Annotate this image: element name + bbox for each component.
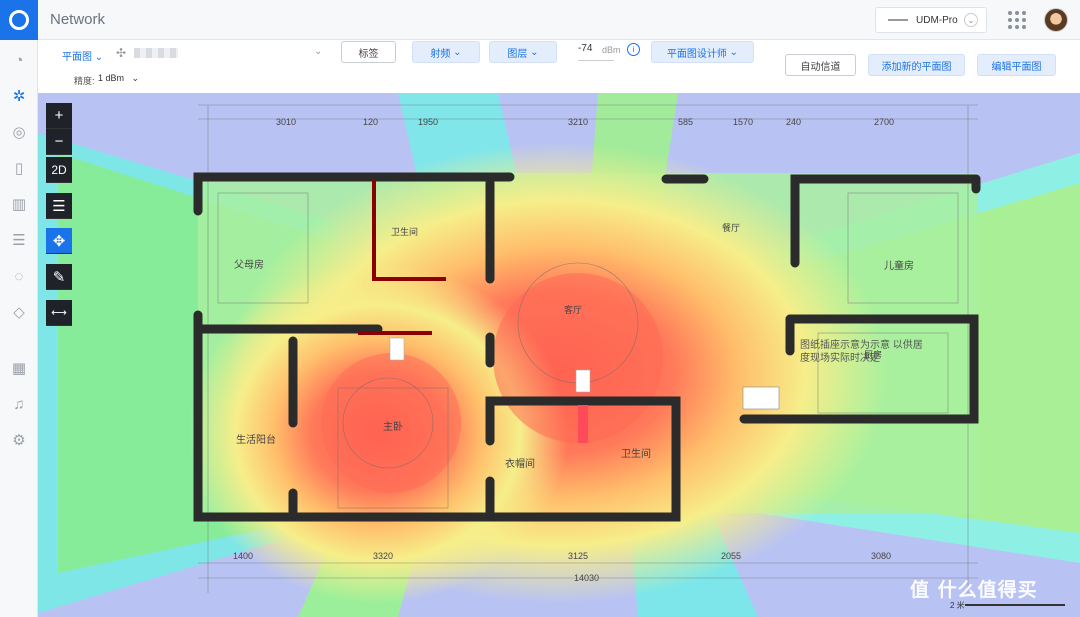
floor-name-redacted	[134, 48, 178, 58]
signal-unit: dBm	[602, 45, 621, 55]
layers-button[interactable]: 图层 ⌄	[489, 41, 557, 63]
view-select-label: 平面图	[62, 52, 92, 63]
dim-top-8: 2700	[874, 117, 895, 127]
topology-icon[interactable]: ✲	[9, 86, 29, 106]
dim-top-7: 240	[786, 117, 802, 127]
devices-icon[interactable]: ◎	[9, 122, 29, 142]
top-bar: Network UDM-Pro ⌄	[0, 0, 1080, 40]
chevron-down-icon: ⌄	[450, 46, 462, 58]
room-closet: 衣帽间	[505, 459, 535, 470]
dim-top-5: 585	[678, 117, 694, 127]
bell-icon[interactable]: ♫	[9, 394, 29, 414]
dim-top-4: 3210	[568, 117, 589, 127]
layers-icon[interactable]: ☰	[9, 230, 29, 250]
precision-select[interactable]: 1 dBm ⌄	[98, 73, 139, 84]
watermark: 值 什么值得买	[910, 579, 1038, 601]
apps-grid-icon[interactable]	[1008, 11, 1026, 29]
measure-icon[interactable]: ⟷	[46, 300, 72, 326]
floorplan-toolbar: 平面图 ⌄ ✣ ⌄ 标签 射频 ⌄ 图层 ⌄ -74 dBm i 平面图设计师 …	[38, 40, 1080, 93]
fan-icon: ✣	[116, 46, 127, 60]
room-kids: 儿童房	[884, 261, 914, 272]
radio-button[interactable]: 射频 ⌄	[412, 41, 480, 63]
zoom-out-button[interactable]: −	[46, 129, 72, 155]
sidebar: ◔ ✲ ◎ ▯ ▥ ☰ ◌ ◇ ▦ ♫ ⚙	[0, 40, 38, 617]
chevron-down-icon: ⌄	[94, 52, 104, 63]
calendar-icon[interactable]: ▦	[9, 358, 29, 378]
floorplan-heatmap[interactable]: 3010 120 1950 3210 585 1570 240 2700 140…	[38, 93, 1080, 617]
device-icon	[888, 19, 908, 21]
room-master: 主卧	[383, 422, 403, 433]
edit-floorplan-button[interactable]: 编辑平面图	[977, 54, 1056, 76]
layers-button-label: 图层	[507, 48, 528, 60]
dim-bottom-3: 3125	[568, 551, 589, 561]
auto-channel-button[interactable]: 自动信道	[785, 54, 856, 76]
device-selector[interactable]: UDM-Pro ⌄	[875, 7, 987, 33]
pencil-icon[interactable]: ✎	[46, 264, 72, 290]
chevron-down-icon: ⌄	[126, 73, 140, 83]
chevron-down-icon: ⌄	[726, 46, 739, 58]
room-parents: 父母房	[234, 260, 264, 271]
tags-button[interactable]: 标签	[341, 41, 396, 63]
designer-label: 平面图设计师	[666, 48, 727, 60]
dim-top-1: 3010	[276, 117, 297, 127]
statistics-icon[interactable]: ▥	[9, 194, 29, 214]
avatar[interactable]	[1044, 8, 1068, 32]
clients-icon[interactable]: ▯	[9, 158, 29, 178]
insights-icon[interactable]: ◌	[9, 266, 29, 286]
add-floorplan-button[interactable]: 添加新的平面图	[868, 54, 965, 76]
view-mode-button[interactable]: 2D	[46, 157, 72, 183]
room-bathroom-2: 卫生间	[621, 449, 651, 460]
precision-label: 精度:	[74, 76, 95, 86]
dim-total: 14030	[574, 573, 600, 583]
scale-bar	[965, 604, 1065, 606]
unifi-logo-icon[interactable]	[0, 0, 38, 40]
dim-top-2: 120	[363, 117, 379, 127]
chevron-down-icon: ⌄	[527, 46, 539, 58]
dim-bottom-1: 1400	[233, 551, 254, 561]
room-bathroom-1: 卫生间	[391, 227, 419, 237]
list-icon[interactable]: ☰	[46, 193, 72, 219]
scale-label: 2 米	[950, 601, 965, 610]
dim-bottom-4: 2055	[721, 551, 742, 561]
shield-icon[interactable]: ◇	[9, 302, 29, 322]
dashboard-icon[interactable]: ◔	[9, 50, 29, 70]
zoom-in-button[interactable]: +	[46, 103, 72, 129]
room-dining: 餐厅	[722, 223, 741, 233]
floorplan-designer-button[interactable]: 平面图设计师 ⌄	[651, 41, 754, 63]
radio-button-label: 射频	[430, 48, 451, 60]
view-select[interactable]: 平面图 ⌄	[62, 48, 103, 63]
chevron-down-icon: ⌄	[964, 13, 978, 27]
dim-bottom-2: 3320	[373, 551, 394, 561]
dim-bottom-5: 3080	[871, 551, 892, 561]
info-icon[interactable]: i	[627, 43, 640, 56]
room-balcony: 生活阳台	[236, 435, 276, 446]
chevron-down-icon[interactable]: ⌄	[314, 46, 322, 57]
gear-icon[interactable]: ⚙	[9, 430, 29, 450]
room-living: 客厅	[564, 305, 583, 315]
dim-top-6: 1570	[733, 117, 754, 127]
plan-note: 图纸插座示意为示意 以供居度现场实际时决定	[800, 340, 923, 364]
app-title: Network	[50, 11, 106, 28]
device-name: UDM-Pro	[916, 14, 958, 26]
precision-value: 1 dBm	[98, 73, 125, 83]
dim-top-3: 1950	[418, 117, 439, 127]
move-icon[interactable]: ✥	[46, 228, 72, 254]
